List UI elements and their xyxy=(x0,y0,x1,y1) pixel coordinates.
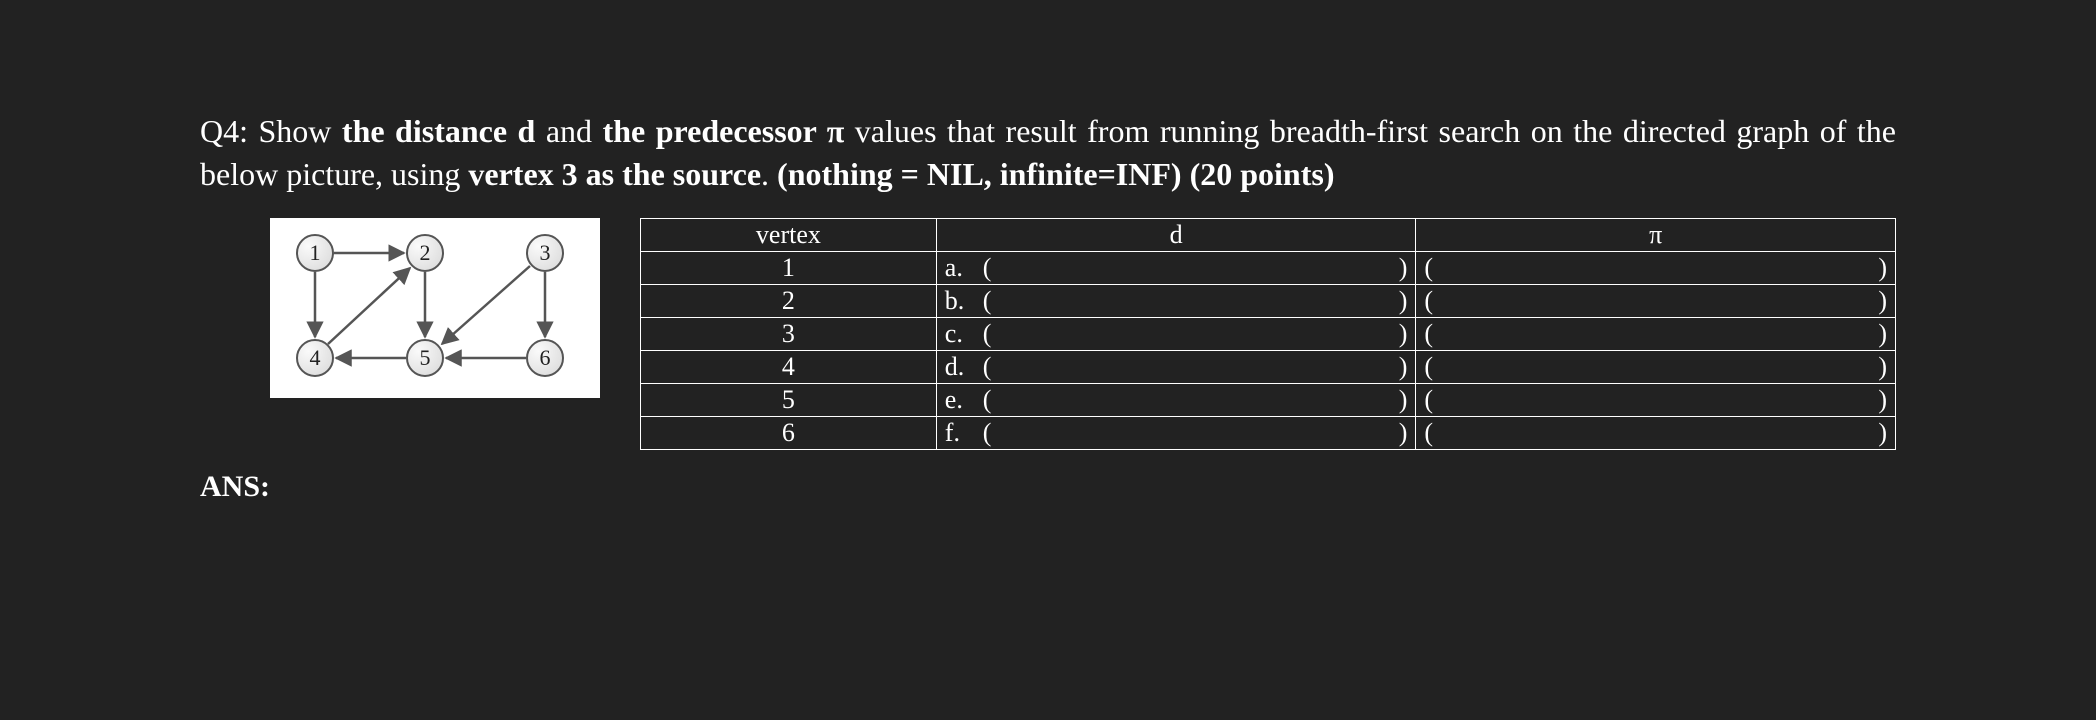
q-bold-3: vertex 3 as the source xyxy=(468,156,761,192)
row-label: c. xyxy=(945,319,973,349)
q-bold-1: the distance d xyxy=(342,113,535,149)
cell-pi: () xyxy=(1416,351,1896,384)
q-bold-4: (nothing = NIL, infinite=INF) (20 points… xyxy=(777,156,1334,192)
q-bold-2: the predecessor π xyxy=(603,113,845,149)
paren-open: ( xyxy=(1424,352,1433,382)
table-header-row: vertex d π xyxy=(641,219,1896,252)
paren-close: ) xyxy=(1878,286,1887,316)
cell-pi: () xyxy=(1416,417,1896,450)
paren-open: ( xyxy=(1424,253,1433,283)
table-row: 5 e. () () xyxy=(641,384,1896,417)
paren-close: ) xyxy=(1399,286,1408,316)
paren-close: ) xyxy=(1399,385,1408,415)
header-d: d xyxy=(936,219,1416,252)
question-text: Q4: Show the distance d and the predeces… xyxy=(200,110,1896,196)
paren-close: ) xyxy=(1878,385,1887,415)
paren-close: ) xyxy=(1399,253,1408,283)
cell-d: f. () xyxy=(936,417,1416,450)
table-row: 4 d. () () xyxy=(641,351,1896,384)
cell-pi: () xyxy=(1416,384,1896,417)
q-mid-3: . xyxy=(761,156,777,192)
paren-close: ) xyxy=(1878,352,1887,382)
table-row: 3 c. () () xyxy=(641,318,1896,351)
q-mid-1: and xyxy=(535,113,602,149)
cell-vertex: 1 xyxy=(641,252,937,285)
cell-pi: () xyxy=(1416,252,1896,285)
cell-d: a. () xyxy=(936,252,1416,285)
cell-vertex: 4 xyxy=(641,351,937,384)
q-prefix: Q4: Show xyxy=(200,113,342,149)
paren-open: ( xyxy=(983,352,992,382)
answer-label: ANS: xyxy=(200,470,1896,504)
cell-d: c. () xyxy=(936,318,1416,351)
paren-open: ( xyxy=(1424,385,1433,415)
cell-vertex: 6 xyxy=(641,417,937,450)
cell-d: b. () xyxy=(936,285,1416,318)
paren-close: ) xyxy=(1878,319,1887,349)
paren-open: ( xyxy=(983,319,992,349)
cell-vertex: 5 xyxy=(641,384,937,417)
cell-d: e. () xyxy=(936,384,1416,417)
header-pi: π xyxy=(1416,219,1896,252)
table-row: 6 f. () () xyxy=(641,417,1896,450)
row-label: d. xyxy=(945,352,973,382)
paren-close: ) xyxy=(1399,418,1408,448)
row-label: f. xyxy=(945,418,973,448)
header-vertex: vertex xyxy=(641,219,937,252)
paren-close: ) xyxy=(1878,418,1887,448)
paren-close: ) xyxy=(1399,319,1408,349)
graph-image: 1 2 3 4 5 6 xyxy=(270,218,600,398)
table-row: 2 b. () () xyxy=(641,285,1896,318)
table-row: 1 a. () () xyxy=(641,252,1896,285)
cell-d: d. () xyxy=(936,351,1416,384)
paren-open: ( xyxy=(983,418,992,448)
cell-vertex: 3 xyxy=(641,318,937,351)
paren-close: ) xyxy=(1878,253,1887,283)
answer-table: vertex d π 1 a. () () 2 b. () () 3 c. () ()… xyxy=(640,218,1896,450)
paren-open: ( xyxy=(1424,319,1433,349)
paren-open: ( xyxy=(983,286,992,316)
paren-open: ( xyxy=(1424,418,1433,448)
cell-vertex: 2 xyxy=(641,285,937,318)
row-label: b. xyxy=(945,286,973,316)
cell-pi: () xyxy=(1416,318,1896,351)
cell-pi: () xyxy=(1416,285,1896,318)
paren-open: ( xyxy=(1424,286,1433,316)
row-label: e. xyxy=(945,385,973,415)
row-label: a. xyxy=(945,253,973,283)
paren-open: ( xyxy=(983,385,992,415)
paren-close: ) xyxy=(1399,352,1408,382)
paren-open: ( xyxy=(983,253,992,283)
